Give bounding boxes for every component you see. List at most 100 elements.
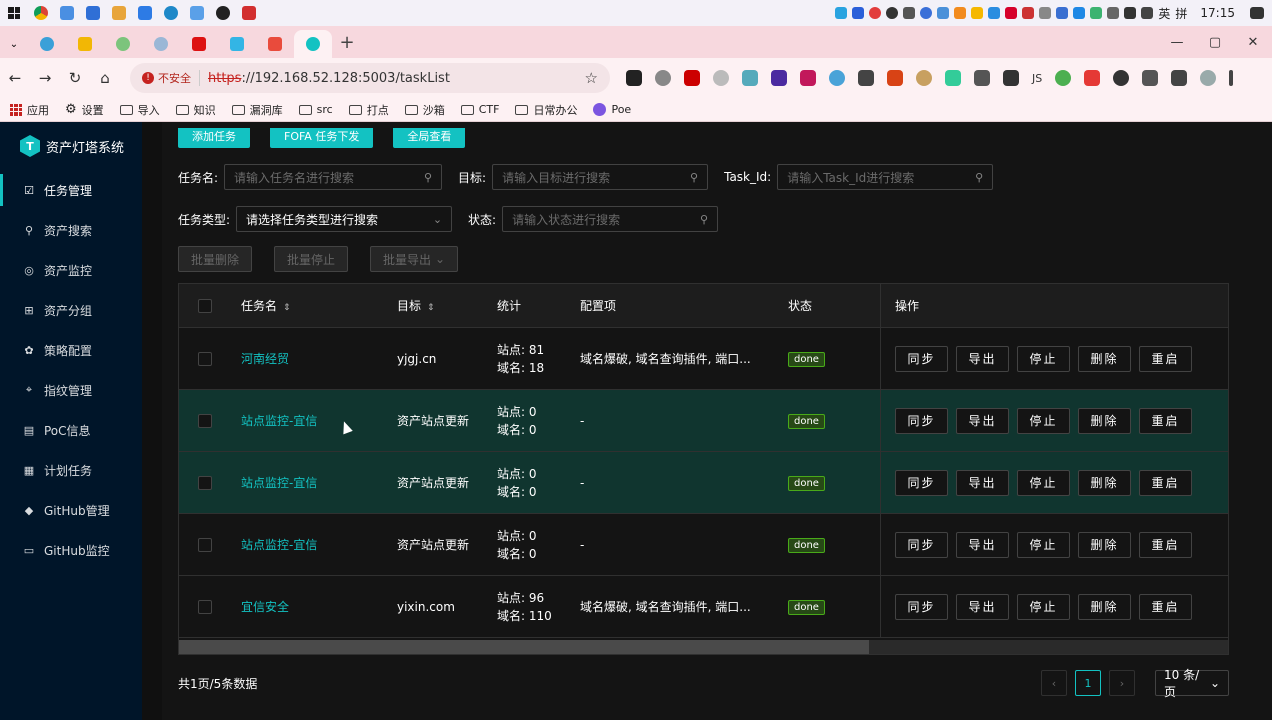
extension-icon[interactable] [655,70,671,86]
extension-icon[interactable] [1113,70,1130,86]
extension-icon[interactable] [916,70,932,86]
sidebar-item-asset-search[interactable]: ⚲ 资产搜索 [0,210,142,250]
export-button[interactable]: 导出 [956,531,1009,558]
download-icon[interactable] [1171,70,1188,86]
app-icon[interactable] [210,0,236,26]
sidebar-item-policy-config[interactable]: ✿ 策略配置 [0,330,142,370]
column-header-target[interactable]: 目标 [397,299,421,313]
app-tray-icon[interactable] [1090,7,1103,19]
restart-button[interactable]: 重启 [1139,407,1192,434]
app-tray-icon[interactable] [1056,7,1069,19]
row-checkbox[interactable] [198,351,212,366]
restart-button[interactable]: 重启 [1139,593,1192,620]
sort-icon[interactable]: ⇕ [283,303,291,313]
app-icon[interactable] [158,0,184,26]
search-icon[interactable]: ⚲ [424,171,432,184]
extension-icon[interactable] [742,70,758,86]
sync-button[interactable]: 同步 [895,407,948,434]
wifi-icon[interactable] [1141,7,1154,19]
next-page-button[interactable]: › [1109,670,1135,696]
bookmark-apps[interactable]: 应用 [10,102,49,118]
search-icon[interactable]: ⚲ [690,171,698,184]
sort-icon[interactable]: ⇕ [427,303,435,313]
sidebar-item-task-management[interactable]: ☑ 任务管理 [0,170,142,210]
clock[interactable]: 17:15 [1200,6,1235,20]
add-task-button[interactable]: 添加任务 [178,128,250,148]
page-scrollbar[interactable] [1246,122,1272,720]
app-tray-icon[interactable] [971,7,984,19]
bulk-stop-button[interactable]: 批量停止 [274,246,349,272]
bookmark-folder[interactable]: 打点 [348,102,389,118]
page-number[interactable]: 1 [1075,670,1101,696]
extension-icon[interactable] [626,70,642,86]
restart-button[interactable]: 重启 [1139,345,1192,372]
restart-button[interactable]: 重启 [1139,531,1192,558]
row-checkbox[interactable] [198,413,212,428]
extension-icon[interactable] [974,70,990,86]
extension-icon[interactable] [771,70,787,86]
task-name-link[interactable]: 站点监控-宜信 [241,476,317,490]
select-all-checkbox[interactable] [198,298,212,313]
bookmark-folder[interactable]: 漏洞库 [231,102,283,118]
ime-mode-indicator[interactable]: 拼 [1175,5,1187,22]
forward-icon[interactable]: → [30,69,60,87]
app-icon[interactable] [80,0,106,26]
minimize-icon[interactable]: — [1158,35,1196,50]
reload-icon[interactable]: ↻ [60,69,90,87]
menu-icon[interactable] [1229,70,1234,86]
status-search-input[interactable]: 请输入状态进行搜索 ⚲ [502,206,719,232]
extension-icon[interactable] [1003,70,1019,86]
column-header-name[interactable]: 任务名 [241,299,277,313]
bookmark-folder[interactable]: 知识 [175,102,216,118]
extension-icon[interactable] [945,70,961,86]
app-tray-icon[interactable] [852,7,865,19]
sidebar-item-poc-info[interactable]: ▤ PoC信息 [0,410,142,450]
global-view-button[interactable]: 全局查看 [393,128,466,148]
extension-icon[interactable] [713,70,729,86]
app-icon[interactable] [236,0,262,26]
tab-search-button[interactable]: ⌄ [0,30,28,58]
app-tray-icon[interactable] [1039,7,1052,19]
extension-icon[interactable] [684,70,700,86]
sync-button[interactable]: 同步 [895,531,948,558]
task-name-link[interactable]: 站点监控-宜信 [241,414,317,428]
scrollbar-thumb[interactable] [179,640,869,654]
bulk-export-button[interactable]: 批量导出 ⌄ [370,246,459,272]
stop-button[interactable]: 停止 [1017,469,1070,496]
chrome-icon[interactable] [28,0,54,26]
delete-button[interactable]: 删除 [1078,469,1131,496]
export-button[interactable]: 导出 [956,345,1009,372]
stop-button[interactable]: 停止 [1017,407,1070,434]
app-tray-icon[interactable] [1005,7,1018,19]
bookmark-folder[interactable]: src [298,103,333,116]
delete-button[interactable]: 删除 [1078,345,1131,372]
battery-icon[interactable] [1124,7,1137,19]
cloud-icon[interactable] [835,7,848,19]
extension-icon[interactable] [829,70,845,86]
sidebar-item-github-monitor[interactable]: ▭ GitHub监控 [0,530,142,570]
files-icon[interactable] [54,0,80,26]
sync-button[interactable]: 同步 [895,345,948,372]
app-tray-icon[interactable] [937,7,950,19]
new-tab-button[interactable]: + [332,32,362,53]
delete-button[interactable]: 删除 [1078,531,1131,558]
ime-indicator[interactable]: 英 [1158,5,1170,22]
row-checkbox[interactable] [198,537,212,552]
task-name-search-input[interactable]: 请输入任务名进行搜索 ⚲ [224,164,443,190]
app-tray-icon[interactable] [988,7,1001,19]
browser-tab[interactable] [104,30,142,58]
row-checkbox[interactable] [198,475,212,490]
task-type-select[interactable]: 请选择任务类型进行搜索 ⌄ [236,206,453,232]
stop-button[interactable]: 停止 [1017,345,1070,372]
search-icon[interactable]: ⚲ [700,213,708,226]
bookmark-folder[interactable]: CTF [460,103,499,116]
check-icon[interactable] [1073,7,1086,19]
stop-button[interactable]: 停止 [1017,593,1070,620]
extension-icon[interactable] [1055,70,1072,86]
browser-tab[interactable] [142,30,180,58]
bookmark-star-icon[interactable]: ☆ [585,69,598,87]
bookmark-folder[interactable]: 导入 [119,102,160,118]
avatar[interactable] [1200,70,1217,86]
target-search-input[interactable]: 请输入目标进行搜索 ⚲ [492,164,709,190]
maximize-icon[interactable]: ▢ [1196,35,1234,50]
